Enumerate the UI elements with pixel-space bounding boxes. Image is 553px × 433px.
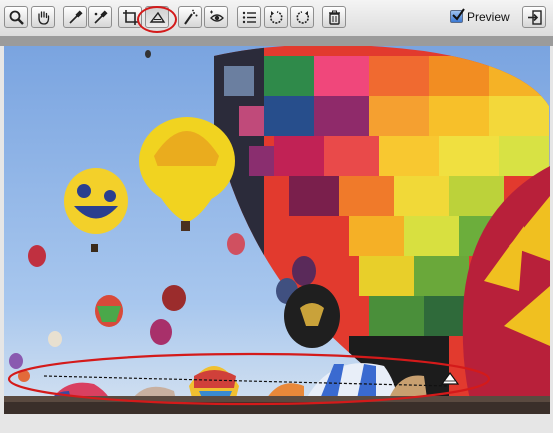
spot-removal-icon: [184, 9, 198, 25]
zoom-tool-button[interactable]: [4, 6, 28, 28]
image-canvas[interactable]: [4, 46, 550, 414]
hand-tool-button[interactable]: [31, 6, 55, 28]
toolbar-separator: [0, 36, 553, 46]
hand-icon: [38, 11, 50, 25]
trash-button[interactable]: [322, 6, 346, 28]
toolbar: Preview: [0, 0, 553, 37]
eyedropper-icon: [69, 10, 83, 24]
rotate-right-icon: [296, 11, 310, 24]
preview-checkbox[interactable]: [450, 8, 465, 23]
checkmark-icon: [452, 8, 465, 21]
hot-air-balloons-photo: [4, 46, 550, 414]
red-eye-tool-button[interactable]: [204, 6, 228, 28]
red-eye-icon: [210, 10, 224, 22]
rotate-left-icon: [269, 11, 283, 24]
color-sampler-tool-button[interactable]: [88, 6, 112, 28]
list-icon: [242, 11, 256, 24]
spot-removal-tool-button[interactable]: [178, 6, 202, 28]
trash-icon: [329, 10, 340, 25]
color-sampler-icon: [94, 10, 108, 24]
rotate-left-button[interactable]: [264, 6, 288, 28]
fullscreen-button[interactable]: [522, 6, 546, 28]
preferences-button[interactable]: [237, 6, 261, 28]
status-area: [0, 414, 553, 433]
white-balance-tool-button[interactable]: [63, 6, 87, 28]
preview-label: Preview: [467, 10, 510, 24]
zoom-icon: [9, 10, 24, 25]
straighten-tool-highlight: [137, 6, 177, 33]
fullscreen-icon: [528, 10, 542, 25]
rotate-right-button[interactable]: [290, 6, 314, 28]
